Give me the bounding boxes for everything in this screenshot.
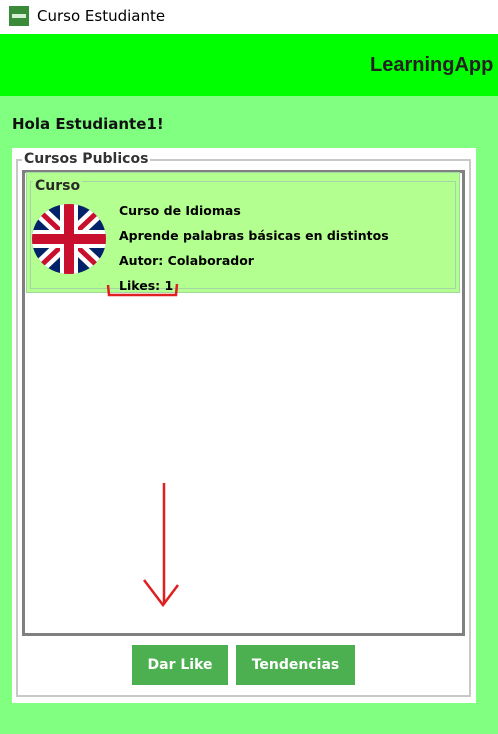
greeting-text: Hola Estudiante1! [12,115,164,133]
trending-button[interactable]: Tendencias [236,645,355,685]
course-likes: Likes: 1 [119,278,174,293]
like-button[interactable]: Dar Like [132,645,228,685]
course-name: Curso de Idiomas [119,203,241,218]
app-header: LearningApp [0,34,498,96]
window-titlebar: Curso Estudiante [0,0,498,34]
course-description: Aprende palabras básicas en distintos [119,228,389,243]
window-title: Curso Estudiante [37,7,166,25]
course-author: Autor: Colaborador [119,253,254,268]
public-courses-label: Cursos Publicos [22,151,151,167]
app-icon [9,6,29,26]
course-section-label: Curso [33,178,83,194]
brand-title: LearningApp [370,54,494,76]
uk-flag-icon [32,204,106,274]
